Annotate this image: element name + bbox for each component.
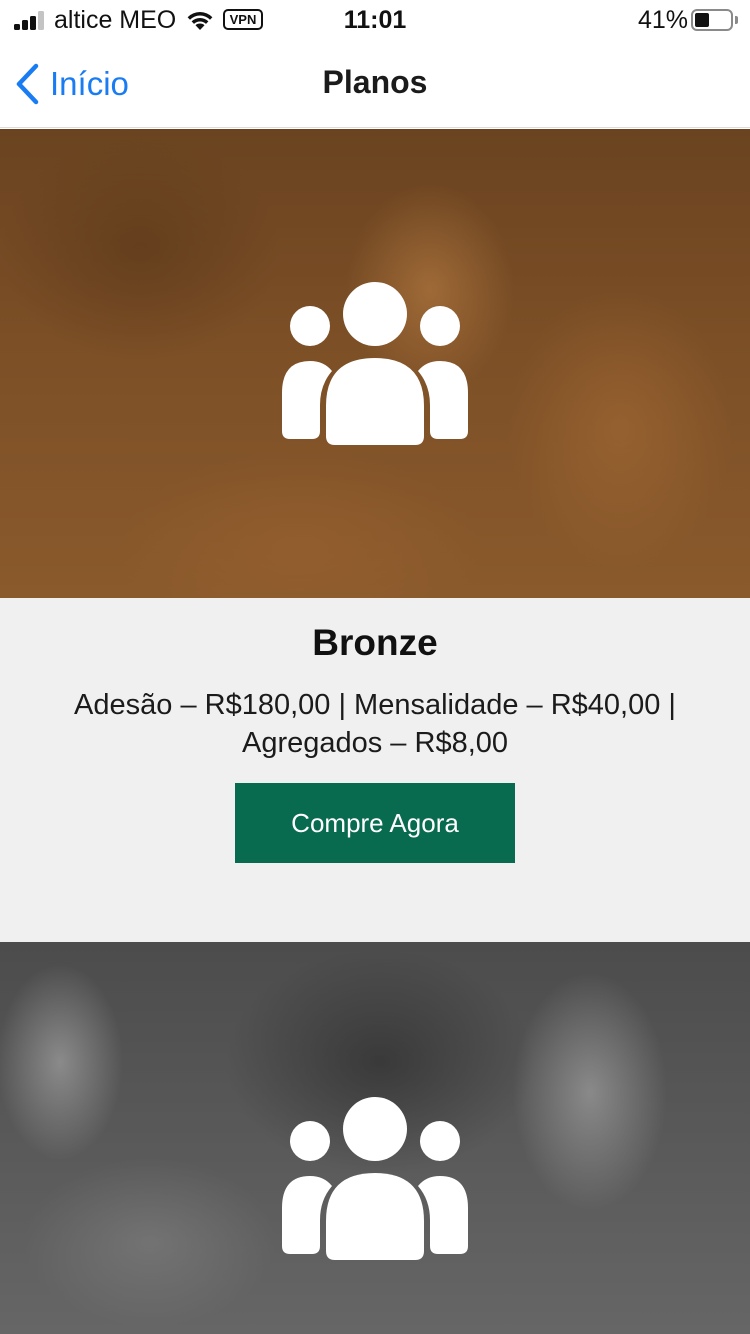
plan-name: Bronze: [312, 622, 438, 663]
navigation-bar: Início Planos: [0, 40, 750, 128]
buy-now-button[interactable]: Compre Agora: [235, 783, 515, 863]
battery-icon: [691, 9, 733, 31]
plan-bronze-image: [0, 129, 750, 598]
status-bar: altice MEO VPN 11:01 41%: [0, 0, 750, 40]
family-icon: [282, 1097, 468, 1260]
plan-second-image: [0, 942, 750, 1334]
battery-percentage: 41%: [638, 6, 689, 34]
family-icon: [282, 282, 468, 445]
plan-bronze-card: Bronze Adesão – R$180,00 | Mensalidade –…: [0, 598, 750, 942]
page-title: Planos: [322, 64, 428, 100]
battery-tip: [735, 16, 738, 24]
plan-price: Adesão – R$180,00 | Mensalidade – R$40,0…: [74, 689, 676, 759]
